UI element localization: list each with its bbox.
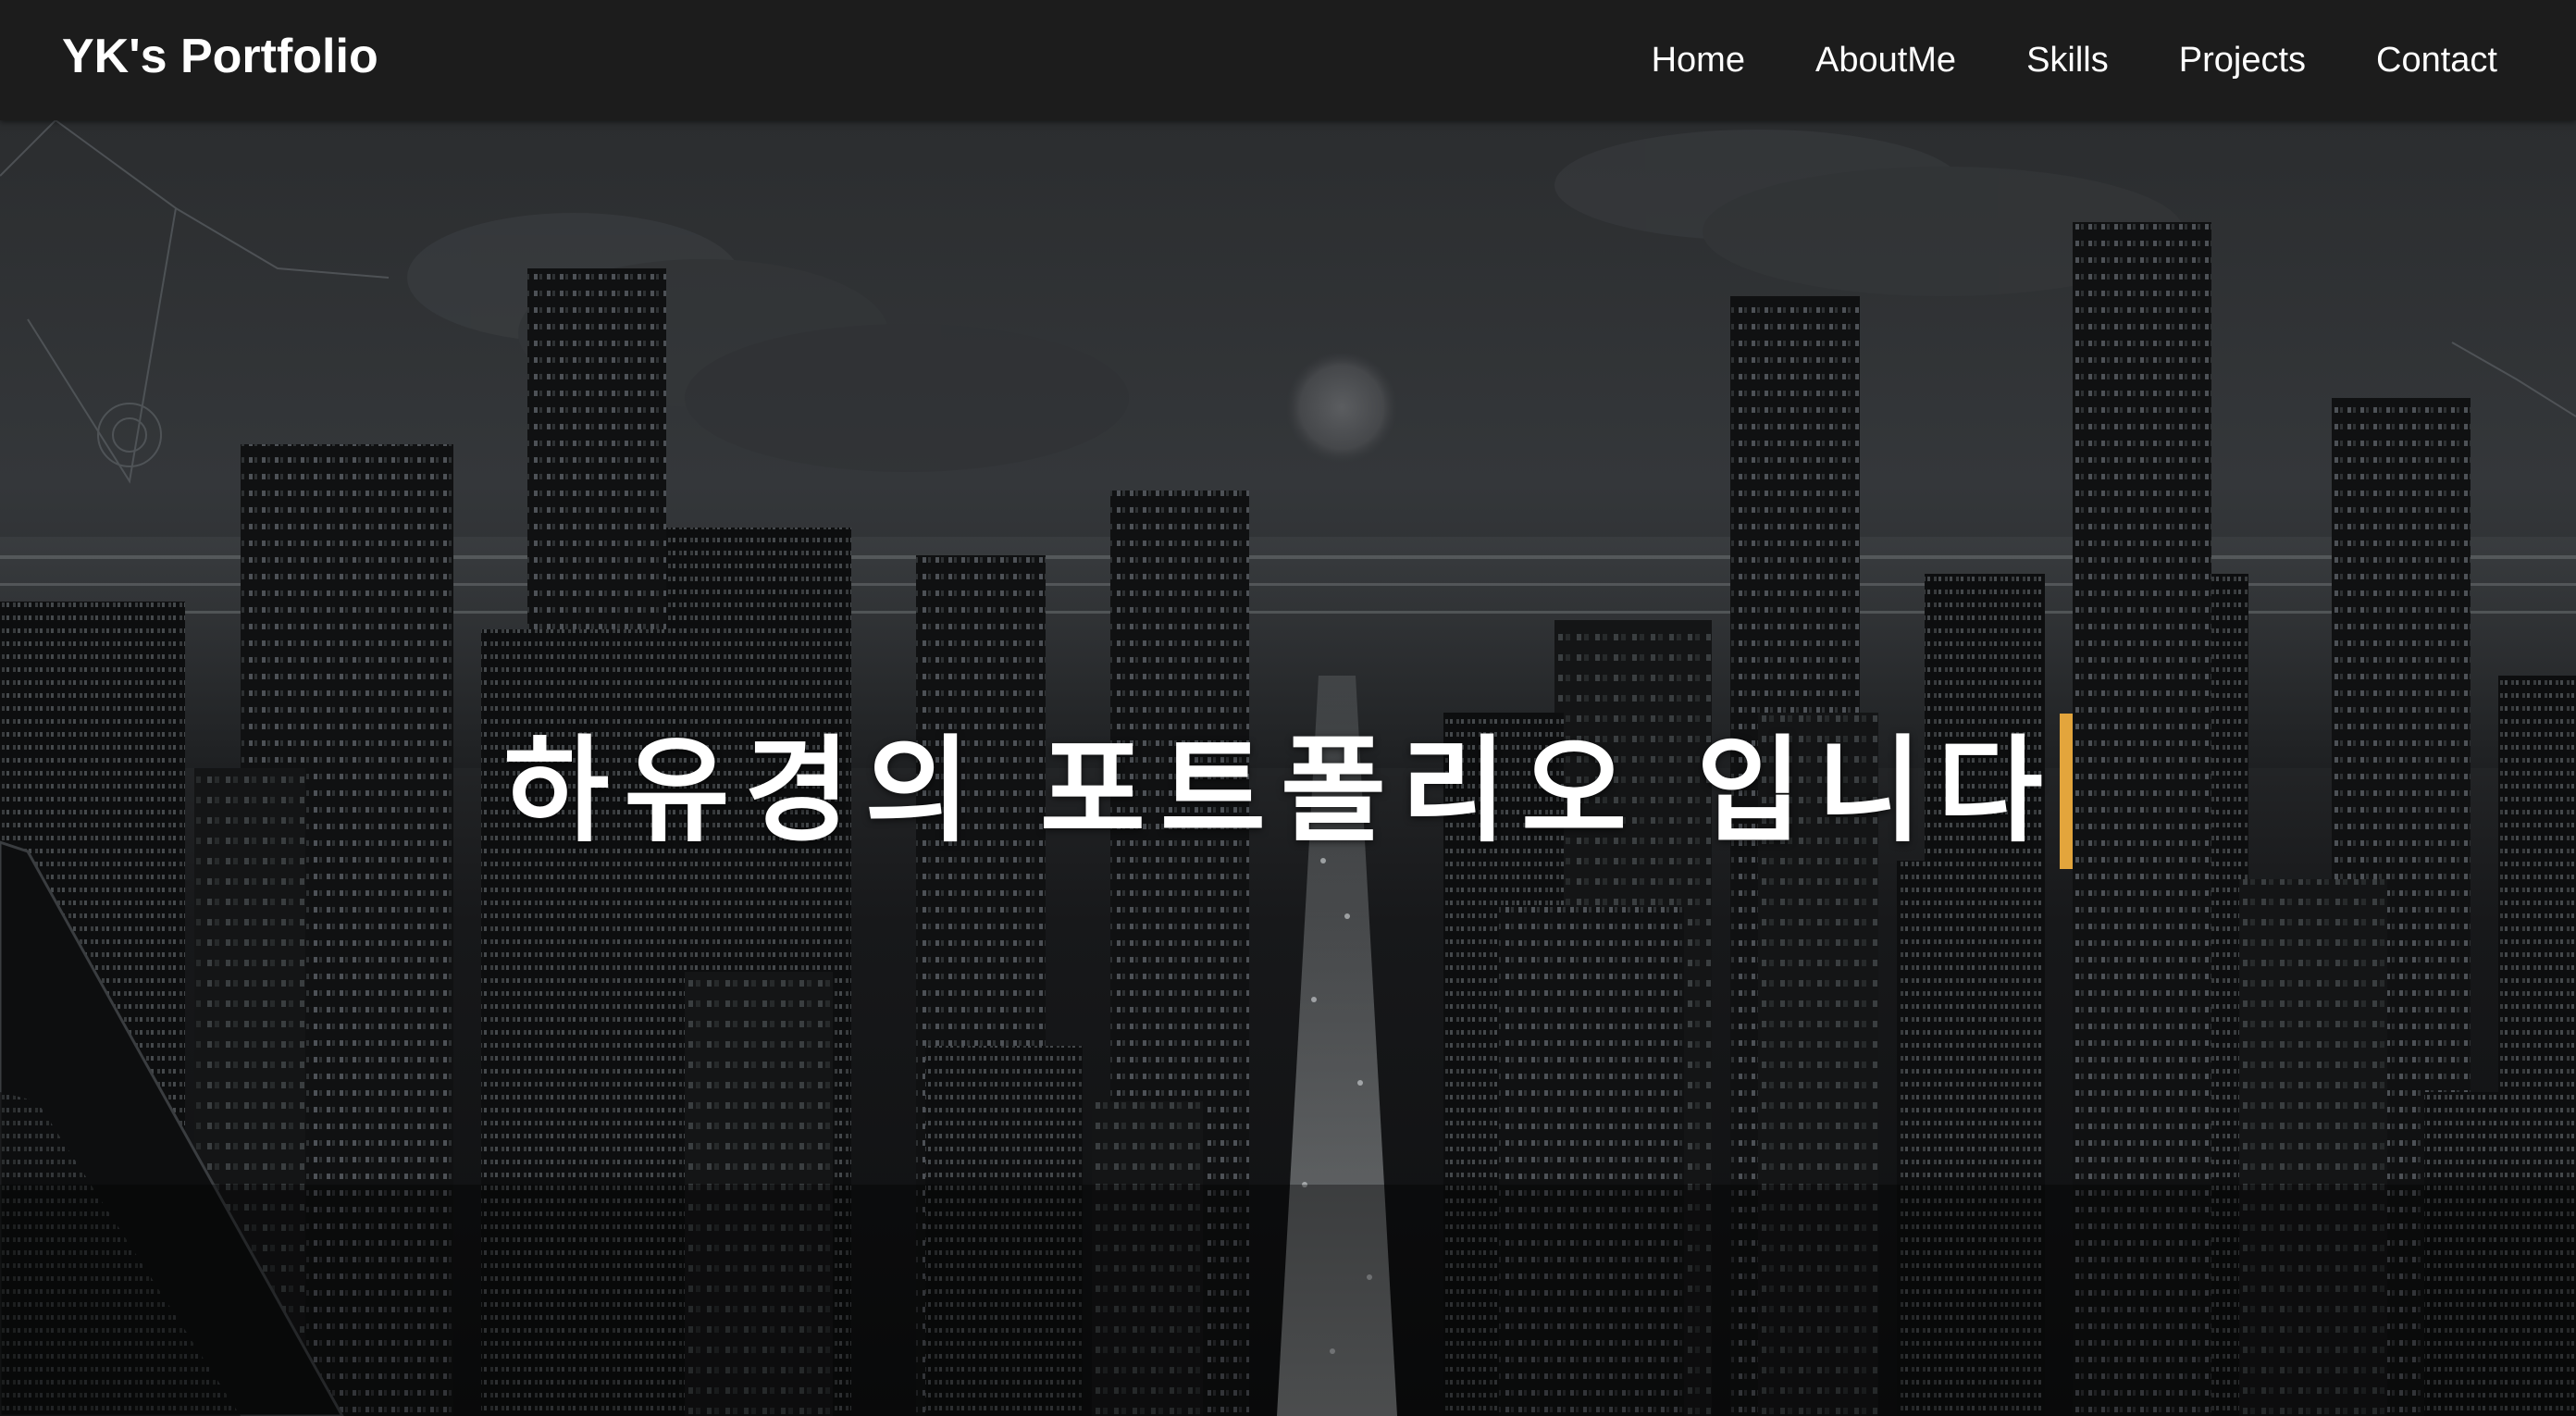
nav-link-projects[interactable]: Projects xyxy=(2144,32,2341,88)
portfolio-page: YK's Portfolio Home AboutMe Skills Proje… xyxy=(0,0,2576,1416)
hero-title: 하유경의 포트폴리오 입니다 xyxy=(503,725,2058,858)
moon-shape xyxy=(1286,352,1397,463)
hero-title-container: 하유경의 포트폴리오 입니다 xyxy=(0,713,2576,870)
nav-link-contact[interactable]: Contact xyxy=(2341,32,2525,88)
nav-link-home[interactable]: Home xyxy=(1616,32,1780,88)
nav-menu: Home AboutMe Skills Projects Contact xyxy=(1616,0,2576,120)
nav-link-skills[interactable]: Skills xyxy=(1991,32,2144,88)
site-logo[interactable]: YK's Portfolio xyxy=(62,26,378,87)
typing-cursor xyxy=(2059,714,2073,869)
nav-link-aboutme[interactable]: AboutMe xyxy=(1780,32,1991,88)
hero-section: 하유경의 포트폴리오 입니다 xyxy=(0,120,2576,1416)
top-navbar: YK's Portfolio Home AboutMe Skills Proje… xyxy=(0,0,2576,120)
